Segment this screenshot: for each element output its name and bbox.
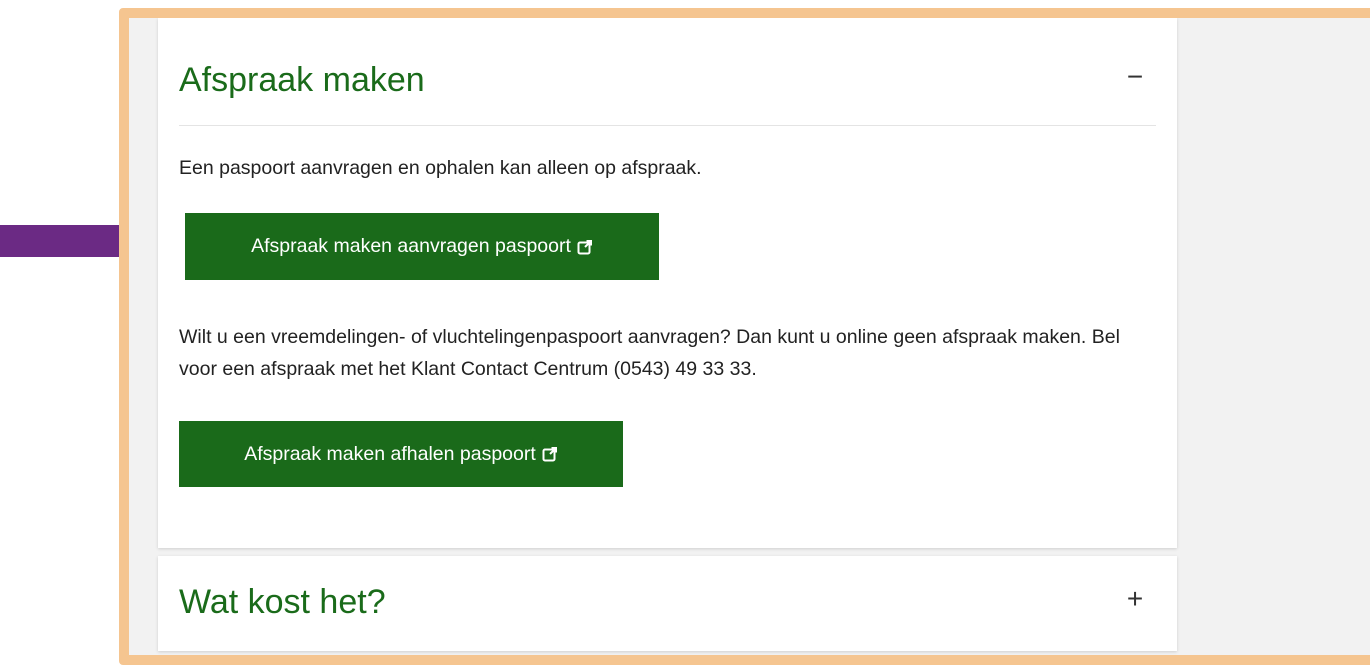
accordion-title: Wat kost het? (179, 583, 386, 621)
highlight-frame: Afspraak maken − Een paspoort aanvragen … (119, 8, 1370, 665)
accordion-header[interactable]: Wat kost het? + (179, 556, 1156, 655)
collapse-icon[interactable]: − (1120, 61, 1150, 92)
external-link-icon (542, 446, 558, 462)
pickup-appointment-button[interactable]: Afspraak maken afhalen paspoort (179, 421, 623, 487)
info-text: Wilt u een vreemdelingen- of vluchteling… (179, 326, 1120, 380)
expand-icon[interactable]: + (1120, 583, 1150, 614)
accordion-title: Afspraak maken (179, 61, 425, 99)
accordion-header[interactable]: Afspraak maken − (179, 18, 1156, 126)
accordion-item-kosten[interactable]: Wat kost het? + (158, 556, 1177, 651)
button-label: Afspraak maken afhalen paspoort (244, 442, 536, 465)
intro-text: Een paspoort aanvragen en ophalen kan al… (179, 157, 702, 179)
accordion: Afspraak maken − Een paspoort aanvragen … (158, 18, 1177, 651)
button-label: Afspraak maken aanvragen paspoort (251, 235, 571, 257)
external-link-icon (577, 239, 593, 255)
accordion-item-afspraak: Afspraak maken − Een paspoort aanvragen … (158, 18, 1177, 548)
request-appointment-button[interactable]: Afspraak maken aanvragen paspoort (185, 213, 659, 280)
